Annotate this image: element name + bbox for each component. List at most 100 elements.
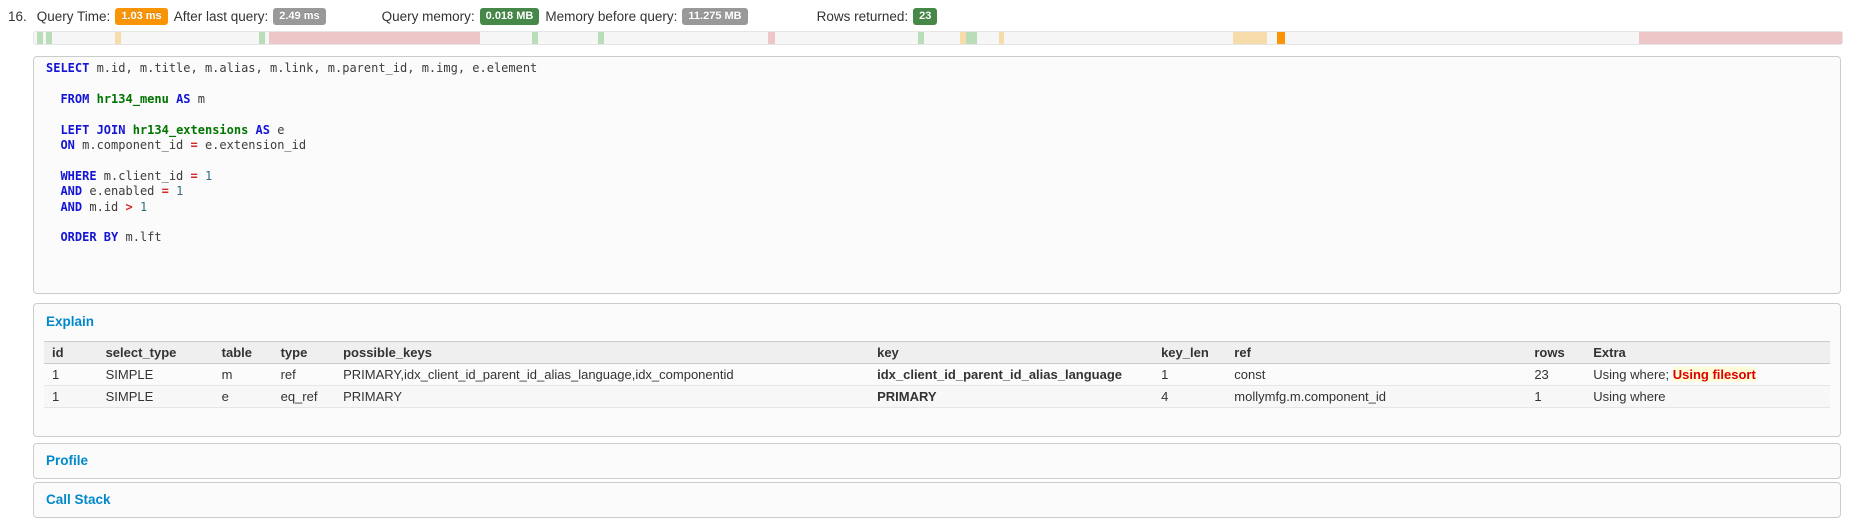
sql-token	[89, 92, 96, 106]
table-cell: SIMPLE	[98, 364, 214, 386]
profile-toggle[interactable]: Profile	[34, 444, 1840, 477]
sql-token: AS	[256, 123, 270, 137]
sql-token: 1	[205, 169, 212, 183]
extra-cell: Using where	[1585, 386, 1830, 408]
table-cell: ref	[273, 364, 336, 386]
table-cell: m	[214, 364, 273, 386]
sql-token: ON	[60, 138, 74, 152]
timeline-segment	[46, 32, 52, 44]
table-cell: 1	[1153, 364, 1226, 386]
timeline-segment	[768, 32, 775, 44]
sql-token	[133, 200, 140, 214]
column-header: key	[869, 342, 1153, 364]
table-cell: PRIMARY	[335, 386, 869, 408]
table-cell: eq_ref	[273, 386, 336, 408]
timeline-segment	[1639, 32, 1842, 44]
sql-query-panel: SELECT m.id, m.title, m.alias, m.link, m…	[33, 56, 1841, 294]
column-header: Extra	[1585, 342, 1830, 364]
timeline-segment	[1277, 32, 1285, 44]
extra-text: Using where	[1593, 389, 1665, 404]
sql-token	[46, 230, 60, 244]
sql-token: SELECT	[46, 61, 89, 75]
query-header: 16. Query Time:1.03 msAfter last query:2…	[8, 6, 943, 26]
table-cell: 23	[1526, 364, 1585, 386]
metric-badge: 11.275 MB	[682, 8, 747, 25]
sql-token: =	[162, 184, 169, 198]
column-header: type	[273, 342, 336, 364]
sql-token: m.component_id	[75, 138, 191, 152]
metric-label: Query Time:	[37, 9, 111, 24]
sql-token: m.id, m.title, m.alias, m.link, m.parent…	[89, 61, 537, 75]
table-cell: 1	[44, 364, 98, 386]
column-header: id	[44, 342, 98, 364]
sql-token: hr134_menu	[97, 92, 169, 106]
metric-label: After last query:	[174, 9, 269, 24]
sql-token	[125, 123, 132, 137]
explain-header-row: idselect_typetabletypepossible_keyskeyke…	[44, 342, 1830, 364]
extra-cell: Using where; Using filesort	[1585, 364, 1830, 386]
sql-token	[46, 92, 60, 106]
query-metrics: Query Time:1.03 msAfter last query:2.49 …	[37, 8, 944, 25]
sql-token	[46, 200, 60, 214]
table-cell: 1	[44, 386, 98, 408]
timeline-segment	[999, 32, 1004, 44]
sql-token: AND	[60, 184, 82, 198]
sql-token: FROM	[60, 92, 89, 106]
query-metric: Query memory:0.018 MB	[382, 8, 540, 25]
sql-token	[46, 169, 60, 183]
sql-token: =	[191, 138, 198, 152]
explain-table: idselect_typetabletypepossible_keyskeyke…	[44, 341, 1830, 408]
filesort-alert: Using filesort	[1673, 367, 1756, 382]
query-metric: Query Time: 1.03 ms	[37, 8, 168, 25]
timeline-segment	[115, 32, 121, 44]
sql-token: =	[191, 169, 198, 183]
timeline-segment	[1233, 32, 1267, 44]
profile-panel: Profile	[33, 443, 1841, 479]
sql-token: ORDER BY	[60, 230, 118, 244]
sql-token: e	[270, 123, 284, 137]
sql-token: AS	[176, 92, 190, 106]
metric-label: Query memory:	[382, 9, 475, 24]
timeline-segment	[37, 32, 43, 44]
query-index: 16.	[8, 9, 27, 24]
sql-token: m.client_id	[97, 169, 191, 183]
table-cell: SIMPLE	[98, 386, 214, 408]
sql-token: 1	[140, 200, 147, 214]
callstack-panel: Call Stack	[33, 482, 1841, 518]
table-cell: e	[214, 386, 273, 408]
timeline-segment	[918, 32, 924, 44]
sql-query-text: SELECT m.id, m.title, m.alias, m.link, m…	[46, 61, 1828, 246]
table-cell: PRIMARY	[869, 386, 1153, 408]
sql-token	[46, 123, 60, 137]
column-header: key_len	[1153, 342, 1226, 364]
timeline-segment	[598, 32, 604, 44]
sql-token	[46, 184, 60, 198]
sql-token	[198, 169, 205, 183]
extra-text: Using where;	[1593, 367, 1672, 382]
sql-token: m.id	[82, 200, 125, 214]
table-cell: 1	[1526, 386, 1585, 408]
sql-token: AND	[60, 200, 82, 214]
sql-token: e.extension_id	[198, 138, 306, 152]
sql-token: 1	[176, 184, 183, 198]
table-row: 1SIMPLEmrefPRIMARY,idx_client_id_parent_…	[44, 364, 1830, 386]
column-header: table	[214, 342, 273, 364]
timeline-segment	[259, 32, 265, 44]
explain-toggle[interactable]: Explain	[34, 304, 1840, 337]
table-cell: mollymfg.m.component_id	[1226, 386, 1526, 408]
sql-token: e.enabled	[82, 184, 161, 198]
sql-token: >	[126, 200, 133, 214]
sql-token: hr134_extensions	[133, 123, 249, 137]
timeline-segment	[269, 32, 481, 44]
callstack-toggle[interactable]: Call Stack	[34, 483, 1840, 516]
table-cell: PRIMARY,idx_client_id_parent_id_alias_la…	[335, 364, 869, 386]
metric-badge: 1.03 ms	[115, 8, 167, 25]
column-header: select_type	[98, 342, 214, 364]
sql-token: m	[191, 92, 205, 106]
metric-label: Rows returned:	[817, 9, 909, 24]
query-metric: Memory before query:11.275 MB	[545, 8, 747, 25]
sql-token: WHERE	[60, 169, 96, 183]
column-header: rows	[1526, 342, 1585, 364]
timeline-segment	[966, 32, 977, 44]
query-metric: Rows returned:23	[817, 8, 938, 25]
